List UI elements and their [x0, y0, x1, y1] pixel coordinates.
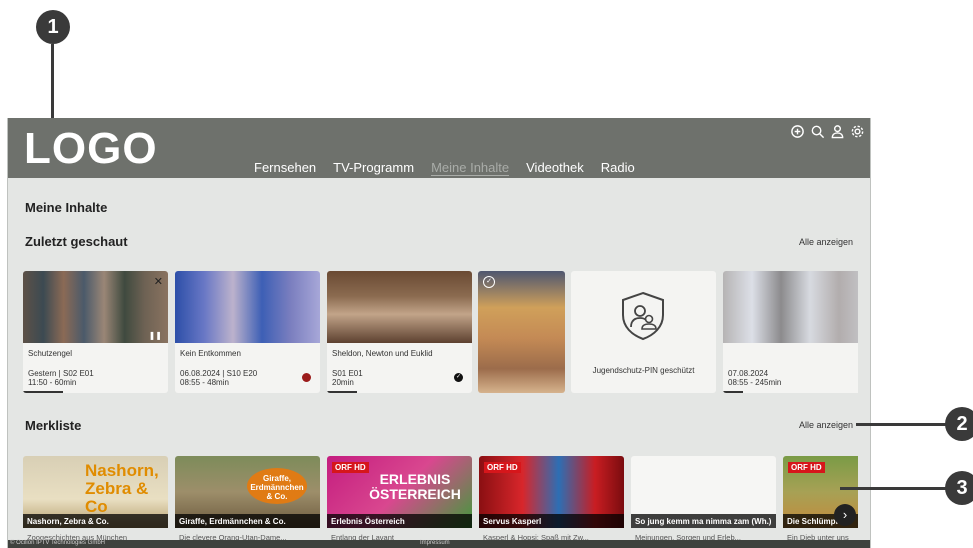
- artwork-title: Giraffe, Erdmännchen & Co.: [247, 468, 307, 504]
- watchlist-show-all-link[interactable]: Alle anzeigen: [799, 420, 853, 430]
- close-icon[interactable]: ✕: [154, 275, 163, 288]
- header-icons: [790, 124, 865, 139]
- card-meta: S01 E01: [332, 369, 363, 378]
- search-icon[interactable]: [810, 124, 825, 139]
- watched-check-icon: ✓: [454, 373, 463, 382]
- item-title: Giraffe, Erdmännchen & Co.: [175, 514, 320, 528]
- watchlist-item[interactable]: ORF HD ERLEBNIS ÖSTERREICH Erlebnis Öste…: [327, 456, 472, 548]
- thumbnail: [175, 271, 320, 343]
- card-title: Kein Entkommen: [180, 349, 241, 358]
- callout-2: 2: [945, 407, 973, 441]
- watchlist-item[interactable]: Giraffe, Erdmännchen & Co. Giraffe, Erdm…: [175, 456, 320, 548]
- orf-logo: ORF HD: [484, 462, 521, 473]
- recent-card[interactable]: Kein Entkommen 06.08.2024 | S10 E20 08:5…: [175, 271, 320, 393]
- nav-videothek[interactable]: Videothek: [526, 160, 584, 176]
- callout-3-leader: [840, 487, 948, 490]
- nav-tv-programm[interactable]: TV-Programm: [333, 160, 414, 176]
- recent-show-all-link[interactable]: Alle anzeigen: [799, 237, 853, 247]
- logo[interactable]: LOGO: [24, 124, 158, 174]
- card-meta: Gestern | S02 E01: [28, 369, 94, 378]
- orf-logo: ORF HD: [788, 462, 825, 473]
- shield-icon: [622, 291, 664, 341]
- watchlist-row: Nashorn, Zebra & Co Nashorn, Zebra & Co.…: [23, 456, 858, 548]
- item-title: Erlebnis Österreich: [327, 514, 472, 528]
- nav-radio[interactable]: Radio: [601, 160, 635, 176]
- nav-meine-inhalte[interactable]: Meine Inhalte: [431, 160, 510, 176]
- card-time: 08:55 - 245min: [728, 378, 782, 387]
- top-bar: LOGO Fernsehen TV-Programm Meine Inhalte…: [8, 118, 870, 178]
- main-content: Meine Inhalte Zuletzt geschaut Alle anze…: [8, 178, 870, 548]
- footer: © Ocilion IPTV Technologies GmbH Impress…: [8, 540, 870, 548]
- recent-card[interactable]: ✕ ❚❚ Schutzengel Gestern | S02 E01 11:50…: [23, 271, 168, 393]
- item-title: Servus Kasperl: [479, 514, 624, 528]
- card-time: 11:50 - 60min: [28, 378, 77, 387]
- watchlist-item[interactable]: ORF HD Servus Kasperl Kasperl & Hopsi: S…: [479, 456, 624, 548]
- recent-card[interactable]: Sheldon, Newton und Euklid S01 E01 20min…: [327, 271, 472, 393]
- user-icon[interactable]: [830, 124, 845, 139]
- artwork-title: ERLEBNIS ÖSTERREICH: [369, 471, 461, 502]
- card-time: 20min: [332, 378, 354, 387]
- callout-3: 3: [945, 471, 973, 505]
- card-time: 08:55 - 48min: [180, 378, 229, 387]
- watchlist-item[interactable]: Nashorn, Zebra & Co Nashorn, Zebra & Co.…: [23, 456, 168, 548]
- callout-1: 1: [36, 10, 70, 44]
- check-icon: ✓: [483, 276, 495, 288]
- artwork-title: Nashorn, Zebra & Co: [85, 461, 159, 516]
- pause-icon: ❚❚: [148, 331, 162, 340]
- nav-fernsehen[interactable]: Fernsehen: [254, 160, 316, 176]
- settings-icon[interactable]: [850, 124, 865, 139]
- impressum-link[interactable]: Impressum: [420, 540, 450, 546]
- copyright-text: © Ocilion IPTV Technologies GmbH: [10, 540, 106, 546]
- screenshot-stage: 1 LOGO Fernsehen TV-Programm Meine Inhal…: [0, 0, 973, 548]
- recent-card-portrait[interactable]: ✓: [478, 271, 565, 393]
- iptv-app-window: LOGO Fernsehen TV-Programm Meine Inhalte…: [7, 118, 871, 548]
- card-title: Sheldon, Newton und Euklid: [332, 349, 433, 358]
- card-meta: 07.08.2024: [728, 369, 769, 378]
- pin-protected-label: Jugendschutz-PIN geschützt: [592, 366, 695, 375]
- main-nav: Fernsehen TV-Programm Meine Inhalte Vide…: [254, 160, 635, 176]
- recent-section-title: Zuletzt geschaut: [25, 234, 128, 249]
- watchlist-section-title: Merkliste: [25, 418, 82, 433]
- item-title: So jung kemm ma nimma zam (Wh.): [631, 514, 776, 528]
- orf-logo: ORF HD: [332, 462, 369, 473]
- recent-card[interactable]: 07.08.2024 08:55 - 245min: [723, 271, 858, 393]
- progress-bar: [723, 391, 743, 393]
- item-title: Nashorn, Zebra & Co.: [23, 514, 168, 528]
- card-title: Schutzengel: [28, 349, 73, 358]
- watchlist-item[interactable]: So jung kemm ma nimma zam (Wh.) Meinunge…: [631, 456, 776, 548]
- pin-protected-card[interactable]: Jugendschutz-PIN geschützt: [571, 271, 716, 393]
- progress-bar: [327, 391, 357, 393]
- watchlist-item[interactable]: ORF HD Die Schlümpfe Ein Dieb unter uns: [783, 456, 858, 548]
- recording-icon: [302, 373, 311, 382]
- recent-row: ✕ ❚❚ Schutzengel Gestern | S02 E01 11:50…: [23, 271, 858, 393]
- thumbnail: [723, 271, 858, 343]
- callout-2-leader: [856, 423, 948, 426]
- thumbnail: [327, 271, 472, 343]
- next-arrow-button[interactable]: ›: [834, 504, 856, 526]
- page-title: Meine Inhalte: [25, 200, 108, 215]
- add-channel-icon[interactable]: [790, 124, 805, 139]
- thumbnail: [23, 271, 168, 343]
- progress-bar: [23, 391, 63, 393]
- card-meta: 06.08.2024 | S10 E20: [180, 369, 258, 378]
